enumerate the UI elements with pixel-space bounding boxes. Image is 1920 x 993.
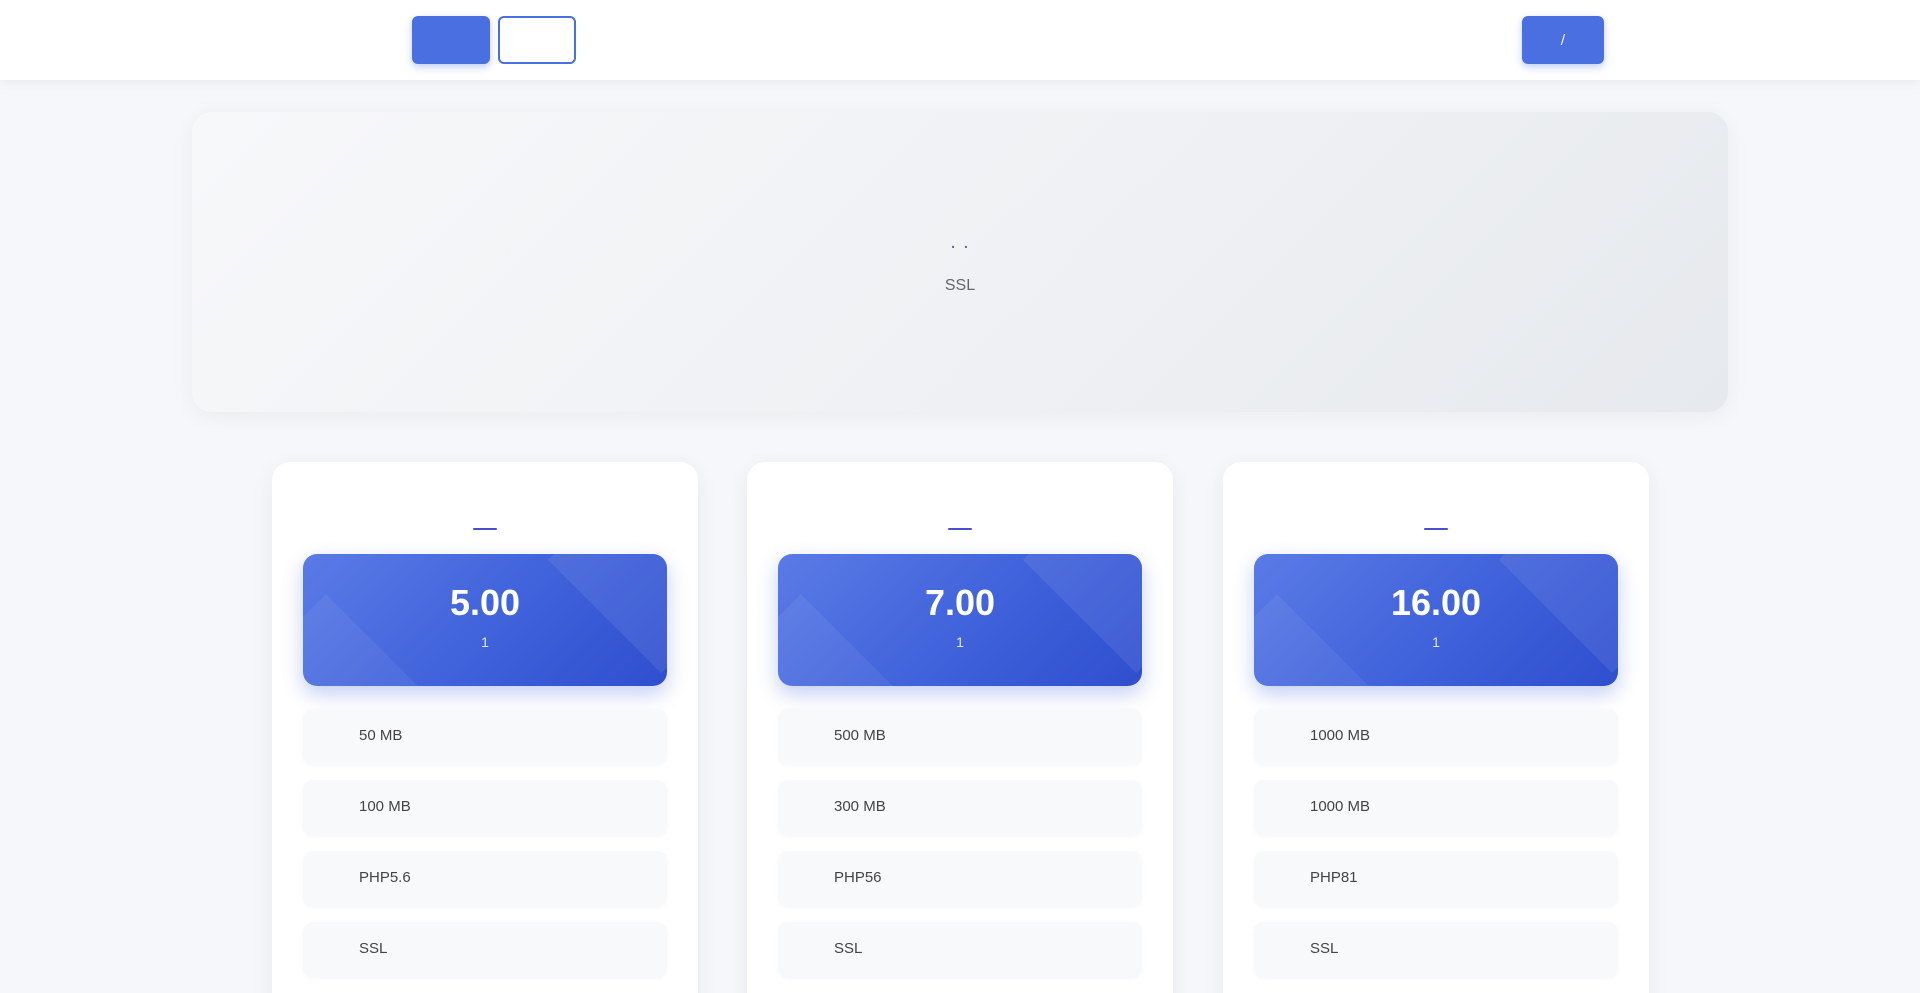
feature-item: ● 50 MB [303, 709, 667, 765]
feature-text: PHP56 [834, 869, 882, 886]
feature-text: SSL [1310, 940, 1339, 957]
feature-item: ● 300 MB [778, 780, 1142, 836]
top-navbar: / [0, 0, 1920, 80]
feature-icon: ● [329, 942, 337, 956]
feature-icon: ● [329, 800, 337, 814]
plan-price: 16.00 [1390, 582, 1482, 623]
feature-item: ● SSL [778, 922, 1142, 978]
hero-subtitle: · · [950, 238, 970, 258]
feature-text: 500 MB [834, 727, 886, 744]
feature-icon: ● [329, 871, 337, 885]
feature-item: ● 1000 MB [1254, 709, 1618, 765]
feature-item: ● 500 MB [778, 709, 1142, 765]
feature-icon: ● [1280, 729, 1288, 743]
plan-card[interactable]: 7.00 1 ● 500 MB ● 300 MB ● PHP56 ● SSL [747, 462, 1173, 993]
feature-text: PHP5.6 [359, 869, 411, 886]
feature-icon: ● [1280, 871, 1288, 885]
plan-period: 1 [956, 634, 964, 650]
plan-card[interactable]: 16.00 1 ● 1000 MB ● 1000 MB ● PHP81 ● SS… [1223, 462, 1649, 993]
feature-icon: ● [804, 729, 812, 743]
feature-item: ● PHP5.6 [303, 851, 667, 907]
title-underline [1424, 528, 1448, 530]
feature-text: 1000 MB [1310, 798, 1371, 815]
feature-text: 1000 MB [1310, 727, 1371, 744]
price-box: 7.00 1 [778, 554, 1142, 686]
feature-item: ● 100 MB [303, 780, 667, 836]
feature-text: SSL [834, 940, 863, 957]
feature-icon: ● [804, 800, 812, 814]
price-box: 5.00 1 [303, 554, 667, 686]
feature-item: ● SSL [1254, 922, 1618, 978]
title-underline [473, 528, 497, 530]
feature-item: ● PHP56 [778, 851, 1142, 907]
nav-outline-button[interactable] [498, 16, 576, 64]
hero-description-1: SSL [944, 277, 976, 294]
feature-text: 50 MB [359, 727, 403, 744]
feature-text: SSL [359, 940, 388, 957]
feature-icon: ● [1280, 800, 1288, 814]
plan-price: 5.00 [449, 582, 521, 623]
feature-item: ● 1000 MB [1254, 780, 1618, 836]
nav-primary-button[interactable] [412, 16, 490, 64]
login-register-button[interactable]: / [1522, 16, 1604, 64]
feature-icon: ● [804, 871, 812, 885]
plan-price: 7.00 [924, 582, 996, 623]
feature-text: 100 MB [359, 798, 411, 815]
feature-text: 300 MB [834, 798, 886, 815]
feature-icon: ● [329, 729, 337, 743]
feature-item: ● SSL [303, 922, 667, 978]
plan-card[interactable]: 5.00 1 ● 50 MB ● 100 MB ● PHP5.6 ● SSL [272, 462, 698, 993]
feature-icon: ● [804, 942, 812, 956]
hero-banner: · · SSL [192, 112, 1728, 412]
feature-item: ● PHP81 [1254, 851, 1618, 907]
feature-icon: ● [1280, 942, 1288, 956]
plan-period: 1 [481, 634, 489, 650]
plan-period: 1 [1432, 634, 1440, 650]
feature-text: PHP81 [1310, 869, 1358, 886]
title-underline [948, 528, 972, 530]
price-box: 16.00 1 [1254, 554, 1618, 686]
